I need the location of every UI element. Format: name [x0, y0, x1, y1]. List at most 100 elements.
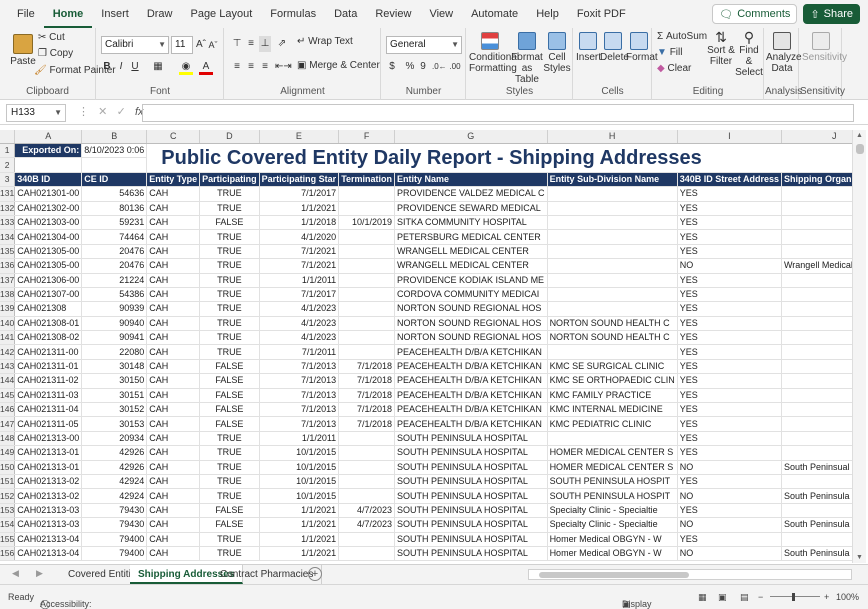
cell[interactable] [338, 273, 396, 288]
cell[interactable]: TRUE [199, 201, 260, 216]
percent-icon[interactable]: % [404, 59, 416, 75]
column-title-cell[interactable]: CE ID [81, 172, 148, 188]
cell[interactable] [338, 287, 396, 303]
cell[interactable]: TRUE [199, 460, 260, 475]
page-break-view-icon[interactable]: ▤ [740, 592, 749, 603]
cell[interactable]: CAH [146, 388, 201, 404]
cell[interactable]: NO [677, 488, 782, 504]
cell[interactable]: Homer Medical OBGYN - W [547, 546, 678, 562]
cell[interactable]: 7/1/2021 [259, 258, 340, 274]
cell[interactable]: YES [677, 503, 782, 519]
zoom-slider[interactable] [770, 596, 820, 597]
cell[interactable]: CAH021313-03 [14, 503, 83, 519]
cell[interactable] [338, 186, 396, 202]
cell[interactable]: 42926 [81, 460, 148, 475]
cell[interactable]: TRUE [199, 301, 260, 317]
cell[interactable]: 7/1/2021 [259, 244, 340, 260]
cell[interactable]: HOMER MEDICAL CENTER S [547, 460, 678, 475]
align-left-icon[interactable]: ≡ [231, 59, 243, 75]
column-title-cell[interactable]: Entity Name [394, 172, 548, 188]
cell[interactable]: 10/1/2015 [259, 488, 340, 504]
cell[interactable]: 30152 [81, 402, 148, 418]
cell[interactable]: CAH021313-00 [14, 431, 83, 447]
cell[interactable]: CAH [146, 359, 201, 375]
cell[interactable]: TRUE [199, 186, 260, 202]
cell[interactable]: 10/1/2015 [259, 474, 340, 490]
cell[interactable]: CAH [146, 445, 201, 461]
conditional-formatting-button[interactable]: Conditional Formatting [469, 32, 519, 74]
cell[interactable]: CAH [146, 244, 201, 260]
cell[interactable]: CAH [146, 229, 201, 245]
scroll-down-icon[interactable]: ▼ [856, 554, 863, 561]
cell[interactable]: 54636 [81, 186, 148, 202]
align-top-icon[interactable]: ⊤ [231, 36, 243, 52]
exported-label[interactable]: Exported On: [14, 143, 83, 159]
column-title-cell[interactable]: 340B ID Street Address [677, 172, 782, 188]
cell[interactable]: PEACEHEALTH D/B/A KETCHIKAN [394, 344, 548, 360]
cell[interactable]: CAH [146, 460, 201, 475]
cell[interactable] [338, 445, 396, 461]
row-header[interactable]: 152 [0, 488, 16, 504]
cell[interactable] [781, 186, 852, 202]
row-header[interactable]: 3 [0, 172, 16, 188]
cell[interactable]: CAH [146, 546, 201, 562]
scroll-up-icon[interactable]: ▲ [856, 132, 863, 139]
cell[interactable]: YES [677, 359, 782, 375]
cell[interactable]: 21224 [81, 273, 148, 288]
cell[interactable] [338, 201, 396, 216]
cell[interactable]: YES [677, 229, 782, 245]
cell[interactable]: 30153 [81, 416, 148, 432]
format-as-table-button[interactable]: Format as Table [511, 32, 543, 85]
cell[interactable]: 1/1/2018 [259, 215, 340, 231]
delete-cells-button[interactable]: Delete [600, 32, 629, 63]
cell[interactable]: CAH [146, 258, 201, 274]
cell[interactable]: South Peninsula Hospital [781, 488, 852, 504]
cell[interactable]: YES [677, 373, 782, 389]
cell[interactable]: YES [677, 474, 782, 490]
cell[interactable]: CAH021313-02 [14, 474, 83, 490]
align-middle-icon[interactable]: ≡ [245, 36, 257, 52]
cell[interactable] [781, 388, 852, 404]
cell[interactable]: 1/1/2021 [259, 532, 340, 547]
cell[interactable]: 1/1/2021 [259, 201, 340, 216]
column-header[interactable]: B [81, 130, 148, 144]
menu-tab-file[interactable]: File [8, 0, 44, 28]
cell[interactable]: YES [677, 330, 782, 346]
cell[interactable]: NORTON SOUND HEALTH C [547, 330, 678, 346]
cell[interactable] [338, 301, 396, 317]
exported-value[interactable]: 8/10/2023 0:06 [81, 143, 148, 159]
cell[interactable]: 7/1/2018 [338, 402, 396, 418]
cell[interactable]: SOUTH PENINSULA HOSPITAL [394, 532, 548, 547]
cell[interactable]: KMC PEDIATRIC CLINIC [547, 416, 678, 432]
cell[interactable]: FALSE [199, 517, 260, 533]
cell[interactable] [781, 229, 852, 245]
cell[interactable] [781, 344, 852, 360]
cell[interactable]: SOUTH PENINSULA HOSPITAL [394, 488, 548, 504]
cell[interactable]: 90939 [81, 301, 148, 317]
cell[interactable]: FALSE [199, 388, 260, 404]
row-header[interactable]: 132 [0, 201, 16, 216]
cell[interactable]: 7/1/2013 [259, 373, 340, 389]
cell[interactable] [781, 316, 852, 332]
menu-tab-page-layout[interactable]: Page Layout [181, 0, 261, 28]
indent-icon[interactable]: ⇤⇥ [275, 59, 292, 75]
cell[interactable]: PEACEHEALTH D/B/A KETCHIKAN [394, 388, 548, 404]
spreadsheet-grid[interactable]: ABCDEFGHIJK 1 Exported On: 8/10/2023 0:0… [0, 130, 852, 563]
cell[interactable] [547, 273, 678, 288]
cell[interactable]: PROVIDENCE VALDEZ MEDICAL C [394, 186, 548, 202]
cell[interactable]: PETERSBURG MEDICAL CENTER [394, 229, 548, 245]
cell[interactable] [338, 474, 396, 490]
cell[interactable] [781, 215, 852, 231]
cell[interactable]: 4/1/2023 [259, 330, 340, 346]
cell[interactable] [338, 546, 396, 562]
align-right-icon[interactable]: ≡ [259, 59, 271, 75]
cell[interactable]: 90940 [81, 316, 148, 332]
cell[interactable]: FALSE [199, 503, 260, 519]
cell[interactable] [781, 474, 852, 490]
cell[interactable]: CAH [146, 186, 201, 202]
cell[interactable]: SOUTH PENINSULA HOSPIT [547, 474, 678, 490]
row-header[interactable]: 142 [0, 344, 16, 360]
row-header[interactable]: 143 [0, 359, 16, 375]
cell[interactable]: YES [677, 287, 782, 303]
cell[interactable]: 30148 [81, 359, 148, 375]
